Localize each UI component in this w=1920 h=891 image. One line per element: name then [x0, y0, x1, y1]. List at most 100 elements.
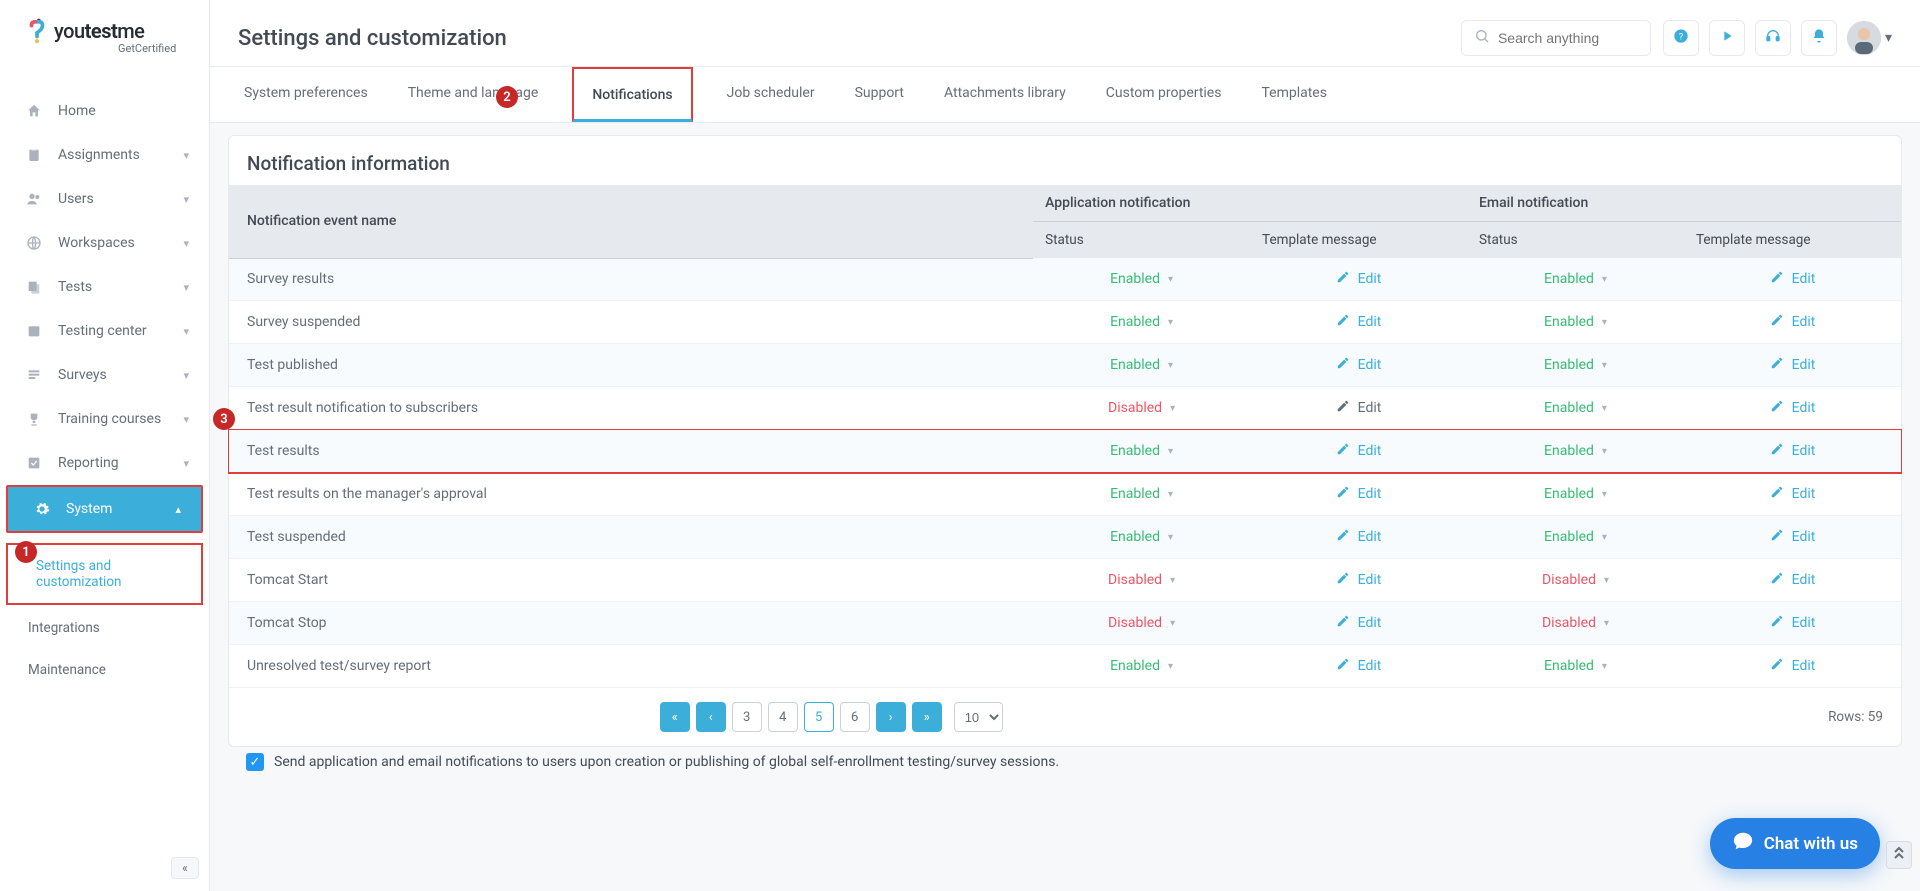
template-edit-cell[interactable]: Edit: [1684, 473, 1901, 516]
scroll-top-button[interactable]: [1886, 841, 1912, 869]
status-cell[interactable]: Enabled▾: [1467, 516, 1684, 559]
edit-link[interactable]: Edit: [1262, 442, 1455, 460]
template-edit-cell[interactable]: Edit: [1250, 473, 1467, 516]
edit-link[interactable]: Edit: [1262, 356, 1455, 374]
tab-notifications[interactable]: Notifications: [572, 67, 692, 122]
nav-system[interactable]: System ▴: [6, 485, 203, 533]
edit-link[interactable]: Edit: [1262, 614, 1455, 632]
template-edit-cell[interactable]: Edit: [1250, 559, 1467, 602]
status-cell[interactable]: Disabled▾: [1033, 387, 1250, 430]
chat-fab[interactable]: Chat with us: [1710, 818, 1880, 869]
edit-link[interactable]: Edit: [1696, 571, 1889, 589]
edit-link[interactable]: Edit: [1696, 657, 1889, 675]
edit-link[interactable]: Edit: [1262, 657, 1455, 675]
template-edit-cell[interactable]: Edit: [1684, 301, 1901, 344]
app-logo[interactable]: youtestme GetCertified: [0, 0, 209, 65]
template-edit-cell[interactable]: Edit: [1684, 430, 1901, 473]
page-last-button[interactable]: »: [912, 702, 942, 732]
tab-theme-language[interactable]: Theme and language: [402, 67, 545, 122]
status-cell[interactable]: Enabled▾: [1467, 473, 1684, 516]
nav-sub-maintenance[interactable]: Maintenance: [0, 649, 209, 691]
rows-per-page-select[interactable]: 10: [954, 702, 1003, 732]
tab-support[interactable]: Support: [849, 67, 910, 122]
status-cell[interactable]: Enabled▾: [1467, 258, 1684, 301]
status-cell[interactable]: Disabled▾: [1033, 602, 1250, 645]
nav-tests[interactable]: Tests ▾: [0, 265, 209, 309]
template-edit-cell[interactable]: Edit: [1250, 602, 1467, 645]
page-prev-button[interactable]: ‹: [696, 702, 726, 732]
tab-attachments-library[interactable]: Attachments library: [938, 67, 1072, 122]
nav-surveys[interactable]: Surveys ▾: [0, 353, 209, 397]
template-edit-cell[interactable]: Edit: [1684, 645, 1901, 688]
page-number-button[interactable]: 5: [804, 702, 834, 732]
status-cell[interactable]: Enabled▾: [1467, 645, 1684, 688]
nav-testing-center[interactable]: Testing center ▾: [0, 309, 209, 353]
tab-job-scheduler[interactable]: Job scheduler: [721, 67, 821, 122]
edit-link[interactable]: Edit: [1696, 442, 1889, 460]
edit-link[interactable]: Edit: [1262, 485, 1455, 503]
template-edit-cell[interactable]: Edit: [1684, 387, 1901, 430]
checkbox-checked[interactable]: ✓: [246, 753, 264, 771]
page-number-button[interactable]: 3: [732, 702, 762, 732]
user-menu[interactable]: ▾: [1847, 21, 1892, 55]
notifications-button[interactable]: [1801, 20, 1837, 56]
nav-reporting[interactable]: Reporting ▾: [0, 441, 209, 485]
status-cell[interactable]: Enabled▾: [1033, 430, 1250, 473]
edit-link[interactable]: Edit: [1696, 614, 1889, 632]
search-input[interactable]: [1498, 30, 1679, 46]
edit-link[interactable]: Edit: [1696, 485, 1889, 503]
status-cell[interactable]: Enabled▾: [1033, 258, 1250, 301]
edit-link[interactable]: Edit: [1696, 270, 1889, 288]
nav-home[interactable]: Home: [0, 89, 209, 133]
status-cell[interactable]: Enabled▾: [1033, 516, 1250, 559]
page-first-button[interactable]: «: [660, 702, 690, 732]
status-cell[interactable]: Enabled▾: [1467, 301, 1684, 344]
template-edit-cell[interactable]: Edit: [1250, 344, 1467, 387]
search-box[interactable]: [1461, 20, 1651, 56]
status-cell[interactable]: Disabled▾: [1033, 559, 1250, 602]
tab-system-preferences[interactable]: System preferences: [238, 67, 374, 122]
nav-training-courses[interactable]: Training courses ▾: [0, 397, 209, 441]
sidebar-collapse-button[interactable]: «: [171, 857, 199, 879]
nav-workspaces[interactable]: Workspaces ▾: [0, 221, 209, 265]
template-edit-cell[interactable]: Edit: [1250, 430, 1467, 473]
nav-users[interactable]: Users ▾: [0, 177, 209, 221]
support-button[interactable]: [1755, 20, 1791, 56]
tab-templates[interactable]: Templates: [1255, 67, 1333, 122]
edit-link[interactable]: Edit: [1696, 399, 1889, 417]
page-number-button[interactable]: 4: [768, 702, 798, 732]
status-cell[interactable]: Enabled▾: [1033, 645, 1250, 688]
status-cell[interactable]: Enabled▾: [1467, 387, 1684, 430]
status-cell[interactable]: Enabled▾: [1033, 344, 1250, 387]
template-edit-cell[interactable]: Edit: [1684, 559, 1901, 602]
play-button[interactable]: [1709, 20, 1745, 56]
template-edit-cell[interactable]: Edit: [1684, 516, 1901, 559]
edit-link[interactable]: Edit: [1696, 528, 1889, 546]
tab-custom-properties[interactable]: Custom properties: [1100, 67, 1228, 122]
template-edit-cell[interactable]: Edit: [1684, 602, 1901, 645]
nav-assignments[interactable]: Assignments ▾: [0, 133, 209, 177]
status-cell[interactable]: Enabled▾: [1467, 430, 1684, 473]
template-edit-cell[interactable]: Edit: [1684, 344, 1901, 387]
status-cell[interactable]: Disabled▾: [1467, 602, 1684, 645]
template-edit-cell[interactable]: Edit: [1684, 258, 1901, 301]
edit-link[interactable]: Edit: [1262, 399, 1455, 417]
edit-link[interactable]: Edit: [1262, 313, 1455, 331]
template-edit-cell[interactable]: Edit: [1250, 645, 1467, 688]
page-number-button[interactable]: 6: [840, 702, 870, 732]
status-cell[interactable]: Enabled▾: [1033, 473, 1250, 516]
template-edit-cell[interactable]: Edit: [1250, 387, 1467, 430]
status-cell[interactable]: Enabled▾: [1033, 301, 1250, 344]
edit-link[interactable]: Edit: [1262, 270, 1455, 288]
status-cell[interactable]: Enabled▾: [1467, 344, 1684, 387]
template-edit-cell[interactable]: Edit: [1250, 301, 1467, 344]
edit-link[interactable]: Edit: [1696, 356, 1889, 374]
template-edit-cell[interactable]: Edit: [1250, 516, 1467, 559]
help-button[interactable]: ?: [1663, 20, 1699, 56]
page-next-button[interactable]: ›: [876, 702, 906, 732]
nav-sub-integrations[interactable]: Integrations: [0, 607, 209, 649]
status-cell[interactable]: Disabled▾: [1467, 559, 1684, 602]
edit-link[interactable]: Edit: [1696, 313, 1889, 331]
edit-link[interactable]: Edit: [1262, 528, 1455, 546]
template-edit-cell[interactable]: Edit: [1250, 258, 1467, 301]
